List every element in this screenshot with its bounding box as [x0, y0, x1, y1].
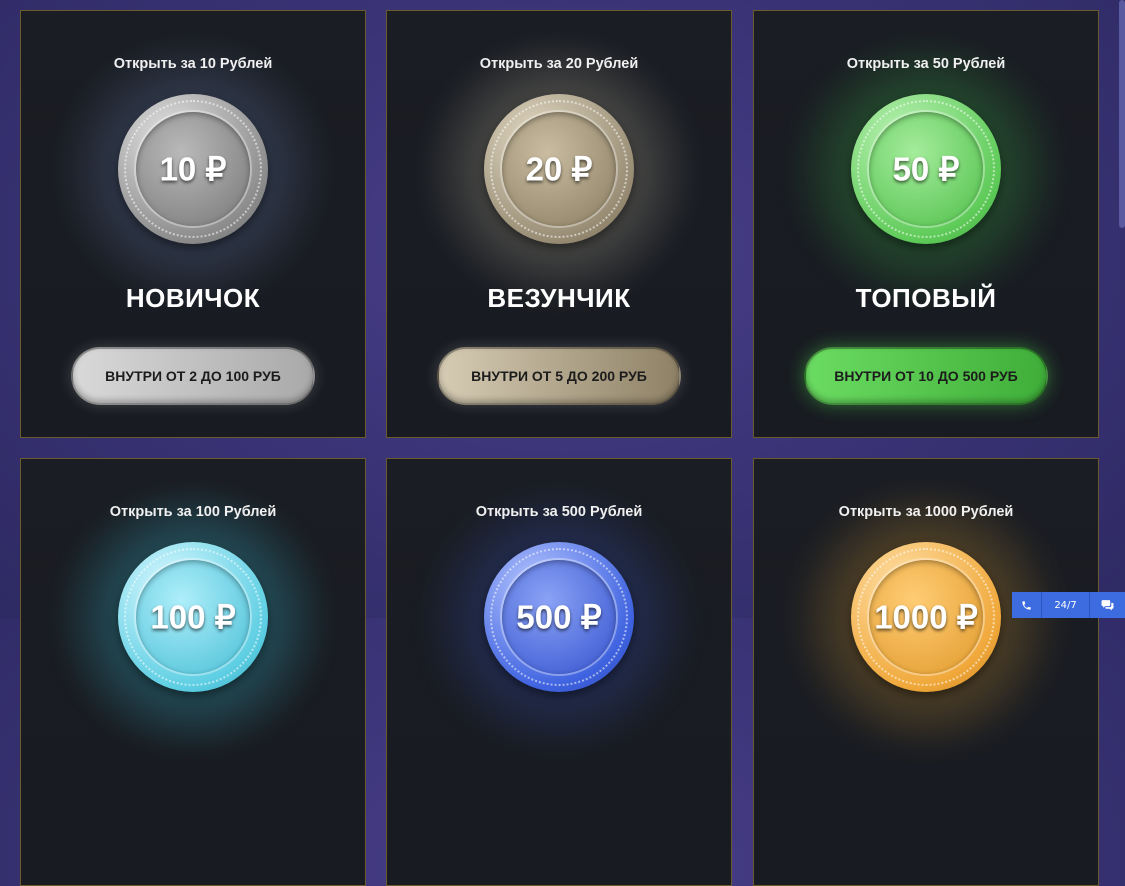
- case-card[interactable]: Открыть за 500 Рублей 500 ₽: [386, 458, 732, 886]
- page-scrollbar[interactable]: [1119, 0, 1125, 228]
- coin-value: 50 ₽: [892, 150, 960, 188]
- coin-value: 20 ₽: [525, 150, 593, 188]
- case-price-label: Открыть за 50 Рублей: [846, 56, 1006, 72]
- case-card[interactable]: Открыть за 1000 Рублей 1000 ₽: [753, 458, 1099, 886]
- case-open-button[interactable]: ВНУТРИ ОТ 10 ДО 500 РУБ: [804, 347, 1048, 405]
- support-hours[interactable]: 24/7: [1042, 592, 1090, 618]
- coin-value: 500 ₽: [516, 598, 602, 636]
- chat-button[interactable]: [1089, 592, 1125, 618]
- support-widget: 24/7: [1012, 592, 1125, 618]
- coin-icon: 500 ₽: [484, 542, 634, 692]
- chat-icon: [1101, 600, 1114, 611]
- case-card[interactable]: Открыть за 50 Рублей 50 ₽ ТОПОВЫЙ ВНУТРИ…: [753, 10, 1099, 438]
- coin-value: 1000 ₽: [874, 598, 978, 636]
- coin-icon: 20 ₽: [484, 94, 634, 244]
- case-name: ВЕЗУНЧИК: [487, 283, 631, 313]
- case-card[interactable]: Открыть за 100 Рублей 100 ₽: [20, 458, 366, 886]
- case-name: НОВИЧОК: [125, 283, 261, 313]
- coin-value: 10 ₽: [159, 150, 227, 188]
- case-card[interactable]: Открыть за 20 Рублей 20 ₽ ВЕЗУНЧИК ВНУТР…: [386, 10, 732, 438]
- coin-icon: 100 ₽: [118, 542, 268, 692]
- case-price-label: Открыть за 500 Рублей: [475, 504, 643, 520]
- coin-icon: 50 ₽: [851, 94, 1001, 244]
- case-price-label: Открыть за 100 Рублей: [109, 504, 277, 520]
- case-price-label: Открыть за 1000 Рублей: [838, 504, 1014, 520]
- phone-icon: [1022, 600, 1031, 610]
- case-price-label: Открыть за 10 Рублей: [113, 56, 273, 72]
- case-price-label: Открыть за 20 Рублей: [479, 56, 639, 72]
- case-open-button[interactable]: ВНУТРИ ОТ 2 ДО 100 РУБ: [71, 347, 315, 405]
- case-card[interactable]: Открыть за 10 Рублей 10 ₽ НОВИЧОК ВНУТРИ…: [20, 10, 366, 438]
- case-name: ТОПОВЫЙ: [855, 283, 997, 313]
- coin-icon: 10 ₽: [118, 94, 268, 244]
- coin-icon: 1000 ₽: [851, 542, 1001, 692]
- coin-value: 100 ₽: [150, 598, 236, 636]
- phone-button[interactable]: [1012, 592, 1043, 618]
- case-open-button[interactable]: ВНУТРИ ОТ 5 ДО 200 РУБ: [437, 347, 681, 405]
